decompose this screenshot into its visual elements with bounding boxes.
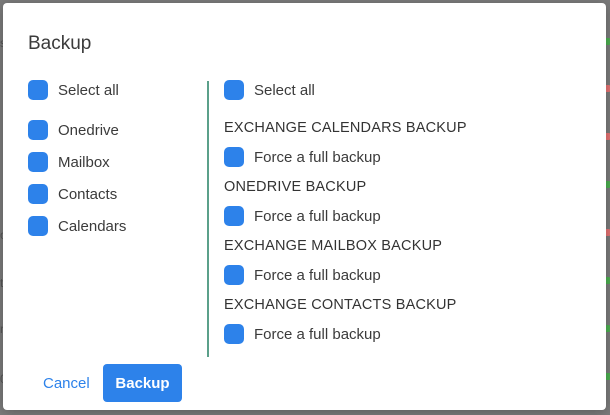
left-select-all-row[interactable]: Select all — [28, 80, 119, 100]
force-full-backup-calendars[interactable]: Force a full backup — [224, 147, 381, 167]
force-full-backup-contacts[interactable]: Force a full backup — [224, 324, 381, 344]
force-full-backup-label: Force a full backup — [254, 325, 381, 343]
service-item-calendars[interactable]: Calendars — [28, 216, 126, 236]
force-full-backup-checkbox[interactable] — [224, 324, 244, 344]
service-item-label: Calendars — [58, 217, 127, 235]
service-item-label: Mailbox — [58, 153, 110, 171]
service-item-onedrive[interactable]: Onedrive — [28, 120, 119, 140]
force-full-backup-label: Force a full backup — [254, 207, 381, 225]
cancel-button[interactable]: Cancel — [35, 365, 98, 401]
right-select-all-checkbox[interactable] — [224, 80, 244, 100]
dialog-title: Backup — [28, 33, 92, 54]
force-full-backup-checkbox[interactable] — [224, 147, 244, 167]
force-full-backup-label: Force a full backup — [254, 266, 381, 284]
contacts-checkbox[interactable] — [28, 184, 48, 204]
section-heading-onedrive: ONEDRIVE BACKUP — [224, 179, 367, 195]
mailbox-checkbox[interactable] — [28, 152, 48, 172]
force-full-backup-mailbox[interactable]: Force a full backup — [224, 265, 381, 285]
calendars-checkbox[interactable] — [28, 216, 48, 236]
force-full-backup-onedrive[interactable]: Force a full backup — [224, 206, 381, 226]
onedrive-checkbox[interactable] — [28, 120, 48, 140]
section-heading-mailbox: EXCHANGE MAILBOX BACKUP — [224, 238, 443, 254]
force-full-backup-label: Force a full backup — [254, 148, 381, 166]
right-select-all-label: Select all — [254, 81, 315, 99]
service-item-mailbox[interactable]: Mailbox — [28, 152, 110, 172]
left-select-all-label: Select all — [58, 81, 119, 99]
force-full-backup-checkbox[interactable] — [224, 265, 244, 285]
service-item-label: Contacts — [58, 185, 118, 203]
right-select-all-row[interactable]: Select all — [224, 80, 315, 100]
backup-button[interactable]: Backup — [103, 364, 182, 402]
panel-divider — [207, 81, 209, 357]
section-heading-calendars: EXCHANGE CALENDARS BACKUP — [224, 120, 467, 136]
section-heading-contacts: EXCHANGE CONTACTS BACKUP — [224, 297, 457, 313]
service-item-contacts[interactable]: Contacts — [28, 184, 117, 204]
left-select-all-checkbox[interactable] — [28, 80, 48, 100]
service-item-label: Onedrive — [58, 121, 119, 139]
backup-dialog: Backup Select all Onedrive Mailbox Conta… — [3, 3, 606, 410]
force-full-backup-checkbox[interactable] — [224, 206, 244, 226]
